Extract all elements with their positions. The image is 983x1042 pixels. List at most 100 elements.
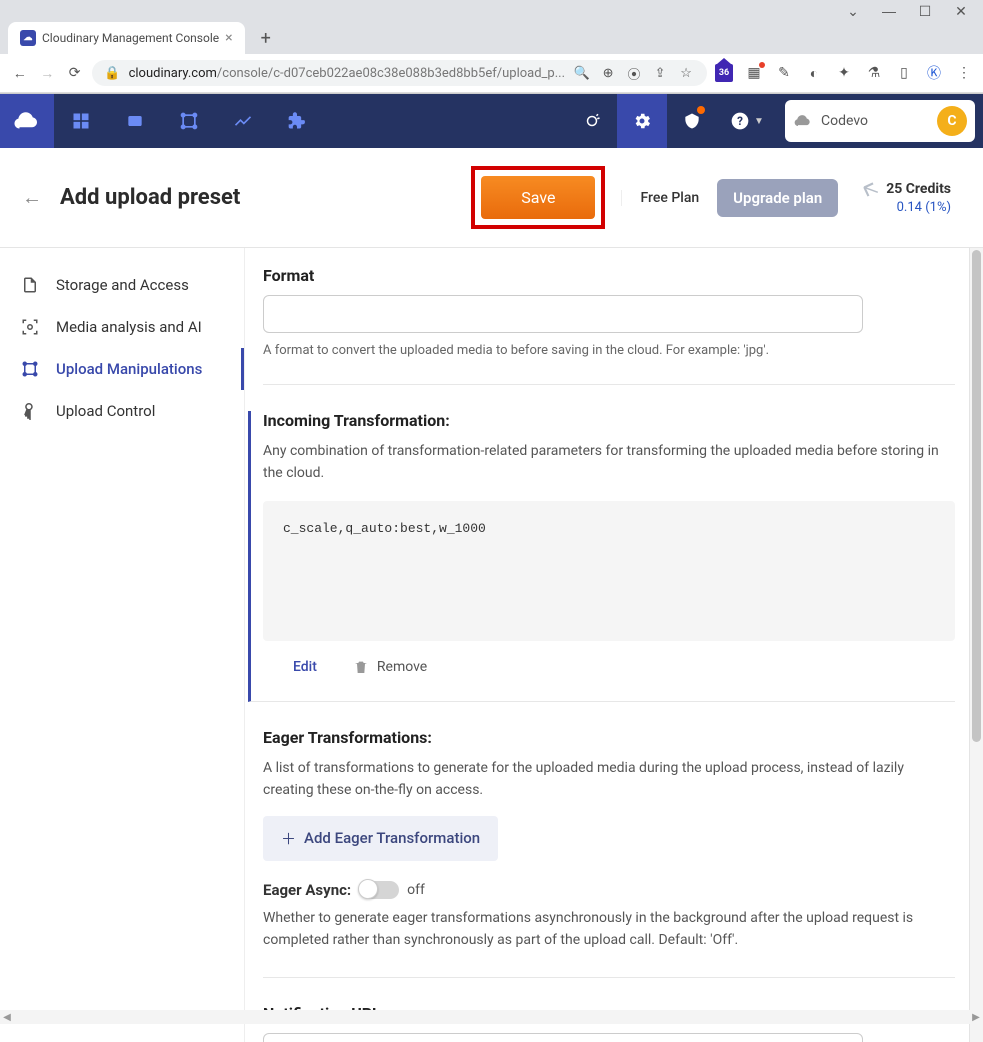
sidebar-item-label: Upload Control (56, 402, 155, 420)
save-button[interactable]: Save (481, 176, 595, 219)
translate-icon[interactable]: ⦿ (625, 64, 643, 82)
credits-icon (862, 180, 880, 198)
close-window-icon[interactable]: ✕ (953, 3, 969, 19)
address-bar[interactable]: 🔒 cloudinary.com/console/c-d07ceb022ae08… (92, 60, 707, 86)
eager-section: Eager Transformations: A list of transfo… (263, 728, 955, 979)
nav-settings[interactable] (617, 94, 667, 148)
nav-addons[interactable] (270, 94, 324, 148)
nav-help[interactable]: ?▼ (717, 94, 777, 148)
panel-icon[interactable]: ▯ (895, 64, 913, 82)
eager-async-row: Eager Async: off (263, 881, 955, 899)
sidebar-item-upload-manipulations[interactable]: Upload Manipulations (0, 348, 244, 390)
eyedropper-icon[interactable]: ✎ (775, 64, 793, 82)
window-controls: ⌄ — ☐ ✕ (0, 0, 983, 22)
sidebar-item-label: Media analysis and AI (56, 318, 202, 336)
plan-label: Free Plan (621, 190, 717, 206)
transform-icon (20, 360, 40, 378)
format-title: Format (263, 266, 955, 285)
close-icon[interactable]: × (225, 30, 232, 46)
extension-36-icon[interactable]: 36 (715, 64, 733, 82)
eager-desc: A list of transformations to generate fo… (263, 757, 955, 802)
eager-title: Eager Transformations: (263, 728, 955, 747)
lock-icon: 🔒 (104, 66, 120, 81)
upgrade-button[interactable]: Upgrade plan (717, 179, 838, 217)
nav-right: ?▼ Codevo C (567, 94, 983, 148)
add-eager-button[interactable]: ＋ Add Eager Transformation (263, 816, 498, 861)
favicon: ☁ (20, 30, 36, 46)
file-icon (20, 276, 40, 294)
new-tab-button[interactable]: + (253, 24, 279, 53)
sidebar-item-label: Storage and Access (56, 276, 189, 294)
eager-async-label: Eager Async: (263, 881, 351, 899)
horizontal-scrollbar[interactable]: ◀▶ (0, 1010, 983, 1024)
maximize-icon[interactable]: ☐ (917, 3, 933, 19)
sidebar-item-upload-control[interactable]: Upload Control (0, 390, 244, 432)
chevron-down-icon[interactable]: ⌄ (845, 3, 861, 19)
nav-items (54, 94, 324, 148)
browser-toolbar: ← → ⟳ 🔒 cloudinary.com/console/c-d07ceb0… (0, 54, 983, 93)
format-section: Format A format to convert the uploaded … (263, 266, 955, 385)
incoming-code: c_scale,q_auto:best,w_1000 (263, 501, 955, 641)
scan-icon (20, 318, 40, 336)
eager-async-desc: Whether to generate eager transformation… (263, 907, 955, 952)
nav-dashboard[interactable] (54, 94, 108, 148)
extension-icons: 36 ▦ ✎ ◐ ✦ ⚗ ▯ Ⓚ ⋮ (715, 64, 973, 82)
add-eager-label: Add Eager Transformation (304, 829, 480, 847)
format-input[interactable] (263, 295, 863, 333)
app-topnav: ?▼ Codevo C (0, 94, 983, 148)
eager-async-toggle[interactable] (359, 881, 399, 899)
avatar: C (937, 106, 967, 136)
minimize-icon[interactable]: — (881, 3, 897, 19)
app-logo[interactable] (0, 94, 54, 148)
search-in-page-icon[interactable]: 🔍 (573, 64, 591, 82)
incoming-desc: Any combination of transformation-relate… (263, 440, 955, 485)
tab-title: Cloudinary Management Console (42, 31, 219, 45)
incoming-section: Incoming Transformation: Any combination… (248, 411, 955, 702)
trash-icon (353, 659, 369, 675)
nav-transform[interactable] (162, 94, 216, 148)
credits-percent: 0.14 (1%) (862, 200, 951, 215)
incoming-actions: Edit Remove (263, 659, 955, 675)
edit-link[interactable]: Edit (293, 659, 317, 675)
share-icon[interactable]: ⇪ (651, 64, 669, 82)
credits-label: 25 Credits (886, 181, 951, 197)
browser-tab[interactable]: ☁ Cloudinary Management Console × (8, 22, 245, 54)
back-icon[interactable]: ← (10, 61, 29, 85)
extensions-icon[interactable]: ✦ (835, 64, 853, 82)
kebab-menu-icon[interactable]: ⋮ (955, 64, 973, 82)
forward-icon[interactable]: → (37, 61, 56, 85)
notification-input[interactable] (263, 1033, 863, 1042)
remove-label: Remove (377, 659, 427, 675)
nav-tips[interactable] (567, 94, 617, 148)
nav-inbox[interactable] (667, 94, 717, 148)
flask-icon[interactable]: ⚗ (865, 64, 883, 82)
plus-icon: ＋ (281, 828, 296, 849)
back-arrow-icon[interactable]: ← (22, 185, 42, 210)
bookmark-icon[interactable]: ☆ (677, 64, 695, 82)
vertical-scrollbar[interactable] (969, 248, 983, 1042)
page-header: ← Add upload preset Save Free Plan Upgra… (0, 148, 983, 248)
save-highlight: Save (471, 166, 605, 229)
remove-link[interactable]: Remove (353, 659, 427, 675)
nav-media[interactable] (108, 94, 162, 148)
nav-reports[interactable] (216, 94, 270, 148)
cloud-icon (793, 111, 813, 131)
settings-sidebar: Storage and Access Media analysis and AI… (0, 248, 244, 1042)
extension-grid-icon[interactable]: ▦ (745, 64, 763, 82)
browser-tabs: ☁ Cloudinary Management Console × + (0, 22, 983, 54)
account-switcher[interactable]: Codevo C (785, 100, 975, 142)
format-helper: A format to convert the uploaded media t… (263, 343, 955, 358)
profile-icon[interactable]: Ⓚ (925, 64, 943, 82)
page-title: Add upload preset (60, 185, 240, 210)
sidebar-item-media-ai[interactable]: Media analysis and AI (0, 306, 244, 348)
incoming-title: Incoming Transformation: (263, 411, 955, 430)
browser-chrome: ⌄ — ☐ ✕ ☁ Cloudinary Management Console … (0, 0, 983, 94)
credits-display[interactable]: 25 Credits 0.14 (1%) (862, 180, 961, 215)
key-icon (20, 402, 40, 420)
extension-circle-icon[interactable]: ◐ (805, 64, 823, 82)
sidebar-item-label: Upload Manipulations (56, 360, 202, 378)
sidebar-item-storage[interactable]: Storage and Access (0, 264, 244, 306)
svg-text:?: ? (737, 114, 743, 128)
zoom-icon[interactable]: ⊕ (599, 64, 617, 82)
reload-icon[interactable]: ⟳ (65, 61, 84, 85)
